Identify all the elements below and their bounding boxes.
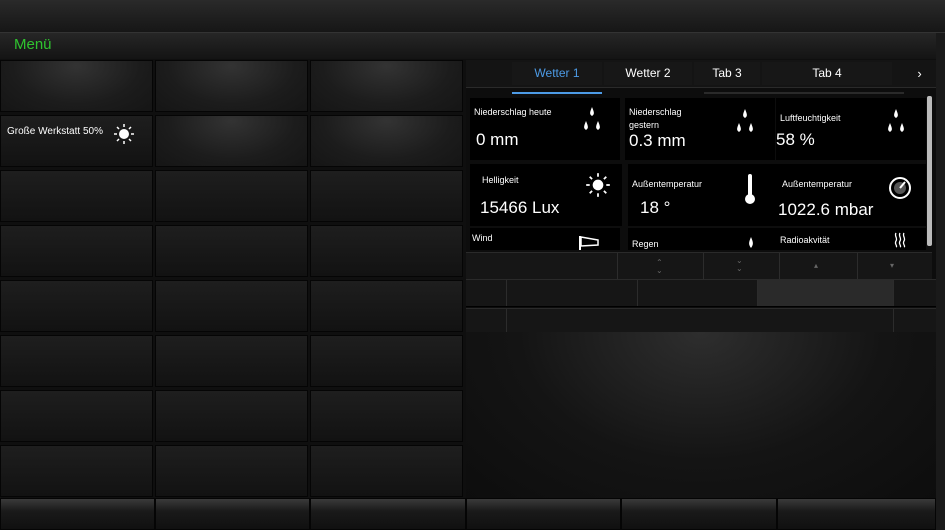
control-segment[interactable]: ⌃ ⌄	[618, 253, 704, 279]
tab-next-chevron-icon[interactable]: ›	[903, 62, 936, 85]
active-tab-indicator	[512, 92, 602, 94]
bottom-button[interactable]	[155, 498, 310, 530]
tile-title: Niederschlag heute	[474, 107, 552, 117]
tab-divider	[704, 92, 904, 94]
control-segment[interactable]: ▴	[780, 253, 858, 279]
tile-title: Außentemperatur	[782, 179, 853, 189]
weather-panel: Wetter 1 Wetter 2 Tab 3 Tab 4 › Niedersc…	[466, 60, 936, 498]
grid-button[interactable]	[155, 60, 308, 112]
bottom-bar	[0, 498, 936, 530]
grid-button[interactable]	[0, 225, 153, 277]
grid-button[interactable]	[0, 60, 153, 112]
raindrops-icon	[737, 109, 753, 132]
grid-button[interactable]	[0, 445, 153, 497]
bottom-button[interactable]	[621, 498, 777, 530]
tile-luftdruck[interactable]: Außentemperatur 1022.6 mbar	[776, 164, 926, 226]
control-segment[interactable]	[466, 253, 618, 279]
tile-title: Wind	[472, 233, 493, 243]
tile-title: Regen	[632, 239, 659, 249]
tile-value: 15466 Lux	[480, 198, 560, 217]
tile-value: 0 mm	[476, 130, 519, 149]
grid-button[interactable]	[310, 445, 463, 497]
raindrops-icon	[584, 107, 600, 130]
grid-button[interactable]	[310, 390, 463, 442]
bottom-button[interactable]	[310, 498, 466, 530]
grid-button[interactable]	[155, 390, 308, 442]
control-segment-highlighted[interactable]	[758, 280, 894, 306]
barometer-icon	[889, 177, 911, 199]
menu-label[interactable]: Menü	[14, 36, 52, 53]
tile-regen[interactable]: Regen	[628, 228, 778, 250]
grid-button[interactable]	[155, 335, 308, 387]
tile-title: Niederschlag gestern	[629, 107, 682, 130]
control-segment[interactable]	[638, 280, 758, 306]
radiation-icon	[894, 232, 906, 248]
tile-luftfeuchtigkeit[interactable]: Luftfeuchtigkeit 58 %	[776, 98, 926, 160]
double-down-arrow-icon: ⌄ ⌄	[736, 256, 743, 273]
grid-button[interactable]	[310, 60, 463, 112]
menu-bar[interactable]: Menü	[0, 33, 936, 59]
down-arrow-icon: ▾	[890, 261, 895, 270]
grid-button[interactable]	[155, 445, 308, 497]
tab-wetter-1[interactable]: Wetter 1	[512, 62, 602, 85]
tile-value: 18 °	[640, 198, 671, 217]
tile-title: Außentemperatur	[632, 179, 703, 189]
grid-button[interactable]	[155, 115, 308, 167]
control-row-1: ⌃ ⌄ ⌄ ⌄ ▴ ▾	[466, 252, 932, 280]
tile-title: Helligkeit	[482, 175, 519, 185]
grid-button[interactable]	[310, 280, 463, 332]
light-button-werkstatt[interactable]: Große Werkstatt 50%	[0, 115, 153, 167]
light-label: Große Werkstatt 50%	[7, 126, 103, 137]
control-segment[interactable]: ▾	[858, 253, 932, 279]
tile-title: Luftfeuchtigkeit	[780, 113, 841, 123]
tile-radioaktivitaet[interactable]: Radioakvität	[776, 228, 926, 250]
up-down-arrow-icon: ⌃ ⌄	[656, 258, 663, 275]
grid-button[interactable]	[155, 225, 308, 277]
grid-button[interactable]	[0, 390, 153, 442]
content-area	[466, 332, 936, 498]
tile-aussentemperatur[interactable]: Außentemperatur 18 °	[628, 164, 778, 226]
sun-icon	[586, 173, 610, 197]
grid-button[interactable]	[310, 225, 463, 277]
tile-niederschlag-gestern[interactable]: Niederschlag gestern 0.3 mm	[625, 98, 775, 160]
control-row-2	[466, 279, 936, 307]
grid-button[interactable]	[310, 170, 463, 222]
control-segment[interactable]	[466, 280, 507, 306]
control-segment[interactable]: ⌄ ⌄	[704, 253, 780, 279]
up-arrow-icon: ▴	[814, 261, 819, 270]
tab-3[interactable]: Tab 3	[694, 62, 760, 85]
control-segment[interactable]	[894, 280, 936, 306]
tile-value: 1022.6 mbar	[778, 200, 874, 219]
tile-value: 0.3 mm	[629, 131, 686, 150]
tile-niederschlag-heute[interactable]: Niederschlag heute 0 mm	[470, 98, 620, 160]
raindrop-icon	[749, 237, 753, 248]
sun-icon	[114, 124, 134, 144]
thermometer-icon	[745, 174, 755, 204]
button-grid: Große Werkstatt 50%	[0, 60, 465, 498]
control-segment[interactable]	[507, 280, 638, 306]
grid-button[interactable]	[155, 280, 308, 332]
tab-4[interactable]: Tab 4	[762, 62, 892, 85]
bottom-button[interactable]	[0, 498, 155, 530]
window-scrollbar[interactable]	[936, 33, 945, 530]
raindrops-icon	[888, 109, 904, 132]
bottom-button[interactable]	[466, 498, 621, 530]
grid-button[interactable]	[310, 335, 463, 387]
tab-bar: Wetter 1 Wetter 2 Tab 3 Tab 4 ›	[466, 60, 936, 88]
tile-scrollbar[interactable]	[927, 96, 932, 246]
tile-helligkeit[interactable]: Helligkeit 15466 Lux	[470, 164, 622, 226]
grid-button[interactable]	[0, 170, 153, 222]
title-bar	[0, 0, 945, 33]
grid-button[interactable]	[310, 115, 463, 167]
bottom-button[interactable]	[777, 498, 936, 530]
grid-button[interactable]	[0, 335, 153, 387]
grid-button[interactable]	[0, 280, 153, 332]
grid-button[interactable]	[155, 170, 308, 222]
wind-icon	[579, 236, 599, 250]
tile-value: 58 %	[776, 130, 815, 149]
tile-title: Radioakvität	[780, 235, 830, 245]
tile-wind[interactable]: Wind	[470, 228, 620, 250]
tab-wetter-2[interactable]: Wetter 2	[604, 62, 692, 85]
